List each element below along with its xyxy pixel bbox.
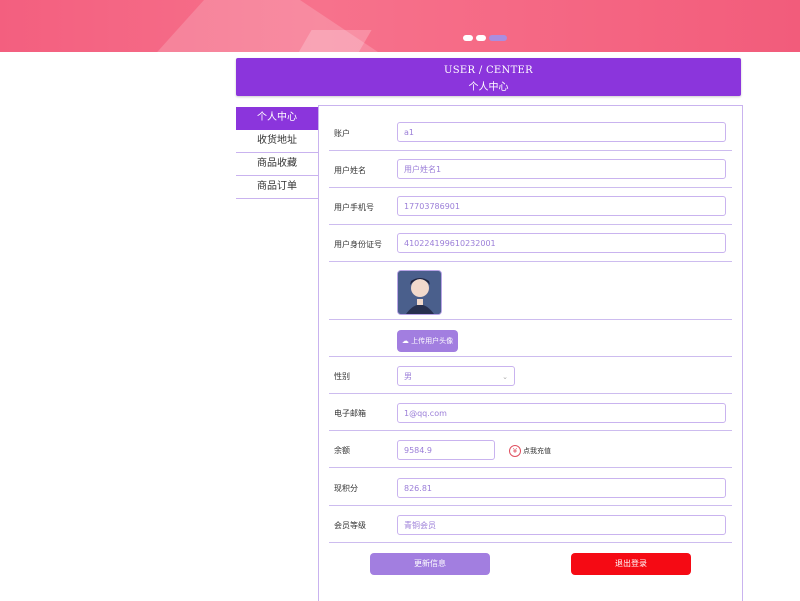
chevron-down-icon: ⌄: [502, 373, 508, 381]
wallet-icon: ¥: [509, 445, 521, 457]
form-row-gender: 性别 男 ⌄: [329, 357, 732, 394]
idcard-label: 用户身份证号: [334, 240, 382, 249]
account-field[interactable]: a1: [397, 122, 726, 142]
logout-button[interactable]: 退出登录: [571, 553, 691, 575]
sidebar: 个人中心 收货地址 商品收藏 商品订单: [236, 107, 318, 199]
upload-avatar-button[interactable]: ☁ 上传用户头像: [397, 330, 458, 352]
form-row-upload: ☁ 上传用户头像: [329, 320, 732, 357]
form-row-username: 用户姓名 用户姓名1: [329, 151, 732, 188]
gender-select[interactable]: 男 ⌄: [397, 366, 515, 386]
form-row-points: 现积分 826.81: [329, 468, 732, 506]
phone-field[interactable]: 17703786901: [397, 196, 726, 216]
points-field[interactable]: 826.81: [397, 478, 726, 498]
form-row-email: 电子邮箱 1@qq.com: [329, 394, 732, 431]
form-row-phone: 用户手机号 17703786901: [329, 188, 732, 225]
idcard-field[interactable]: 410224199610232001: [397, 233, 726, 253]
balance-label: 余额: [334, 446, 350, 455]
upload-avatar-label: 上传用户头像: [411, 337, 454, 345]
email-label: 电子邮箱: [334, 409, 366, 418]
phone-label: 用户手机号: [334, 203, 374, 212]
gender-label: 性别: [334, 372, 350, 381]
avatar-image: [397, 270, 442, 315]
form-row-idcard: 用户身份证号 410224199610232001: [329, 225, 732, 262]
carousel-indicators: [463, 35, 507, 41]
username-field[interactable]: 用户姓名1: [397, 159, 726, 179]
form-row-level: 会员等级 青铜会员: [329, 506, 732, 543]
username-label: 用户姓名: [334, 166, 366, 175]
account-label: 账户: [334, 129, 350, 138]
sidebar-item-address[interactable]: 收货地址: [236, 130, 318, 153]
profile-form: 账户 a1 用户姓名 用户姓名1 用户手机号 17703786901 用户身份证…: [318, 105, 743, 601]
update-info-button[interactable]: 更新信息: [370, 553, 490, 575]
header-title-cn: 个人中心: [468, 82, 509, 93]
recharge-link[interactable]: ¥ 点我充值: [509, 445, 551, 457]
header-title-en: USER / CENTER: [444, 65, 533, 76]
sidebar-item-profile[interactable]: 个人中心: [236, 107, 318, 130]
email-field[interactable]: 1@qq.com: [397, 403, 726, 423]
form-row-account: 账户 a1: [329, 114, 732, 151]
top-banner: [0, 0, 800, 52]
level-label: 会员等级: [334, 521, 366, 530]
carousel-dot[interactable]: [476, 35, 486, 41]
sidebar-item-favorites[interactable]: 商品收藏: [236, 153, 318, 176]
form-row-balance: 余额 9584.9 ¥ 点我充值: [329, 431, 732, 468]
page-header: USER / CENTER 个人中心: [236, 58, 741, 96]
balance-field[interactable]: 9584.9: [397, 440, 495, 460]
level-field[interactable]: 青铜会员: [397, 515, 726, 535]
sidebar-item-orders[interactable]: 商品订单: [236, 176, 318, 199]
gender-value: 男: [404, 372, 412, 381]
form-row-avatar: [329, 262, 732, 320]
carousel-dot-active[interactable]: [489, 35, 507, 41]
points-label: 现积分: [334, 484, 358, 493]
recharge-label: 点我充值: [523, 447, 551, 455]
carousel-dot[interactable]: [463, 35, 473, 41]
upload-cloud-icon: ☁: [401, 337, 409, 345]
